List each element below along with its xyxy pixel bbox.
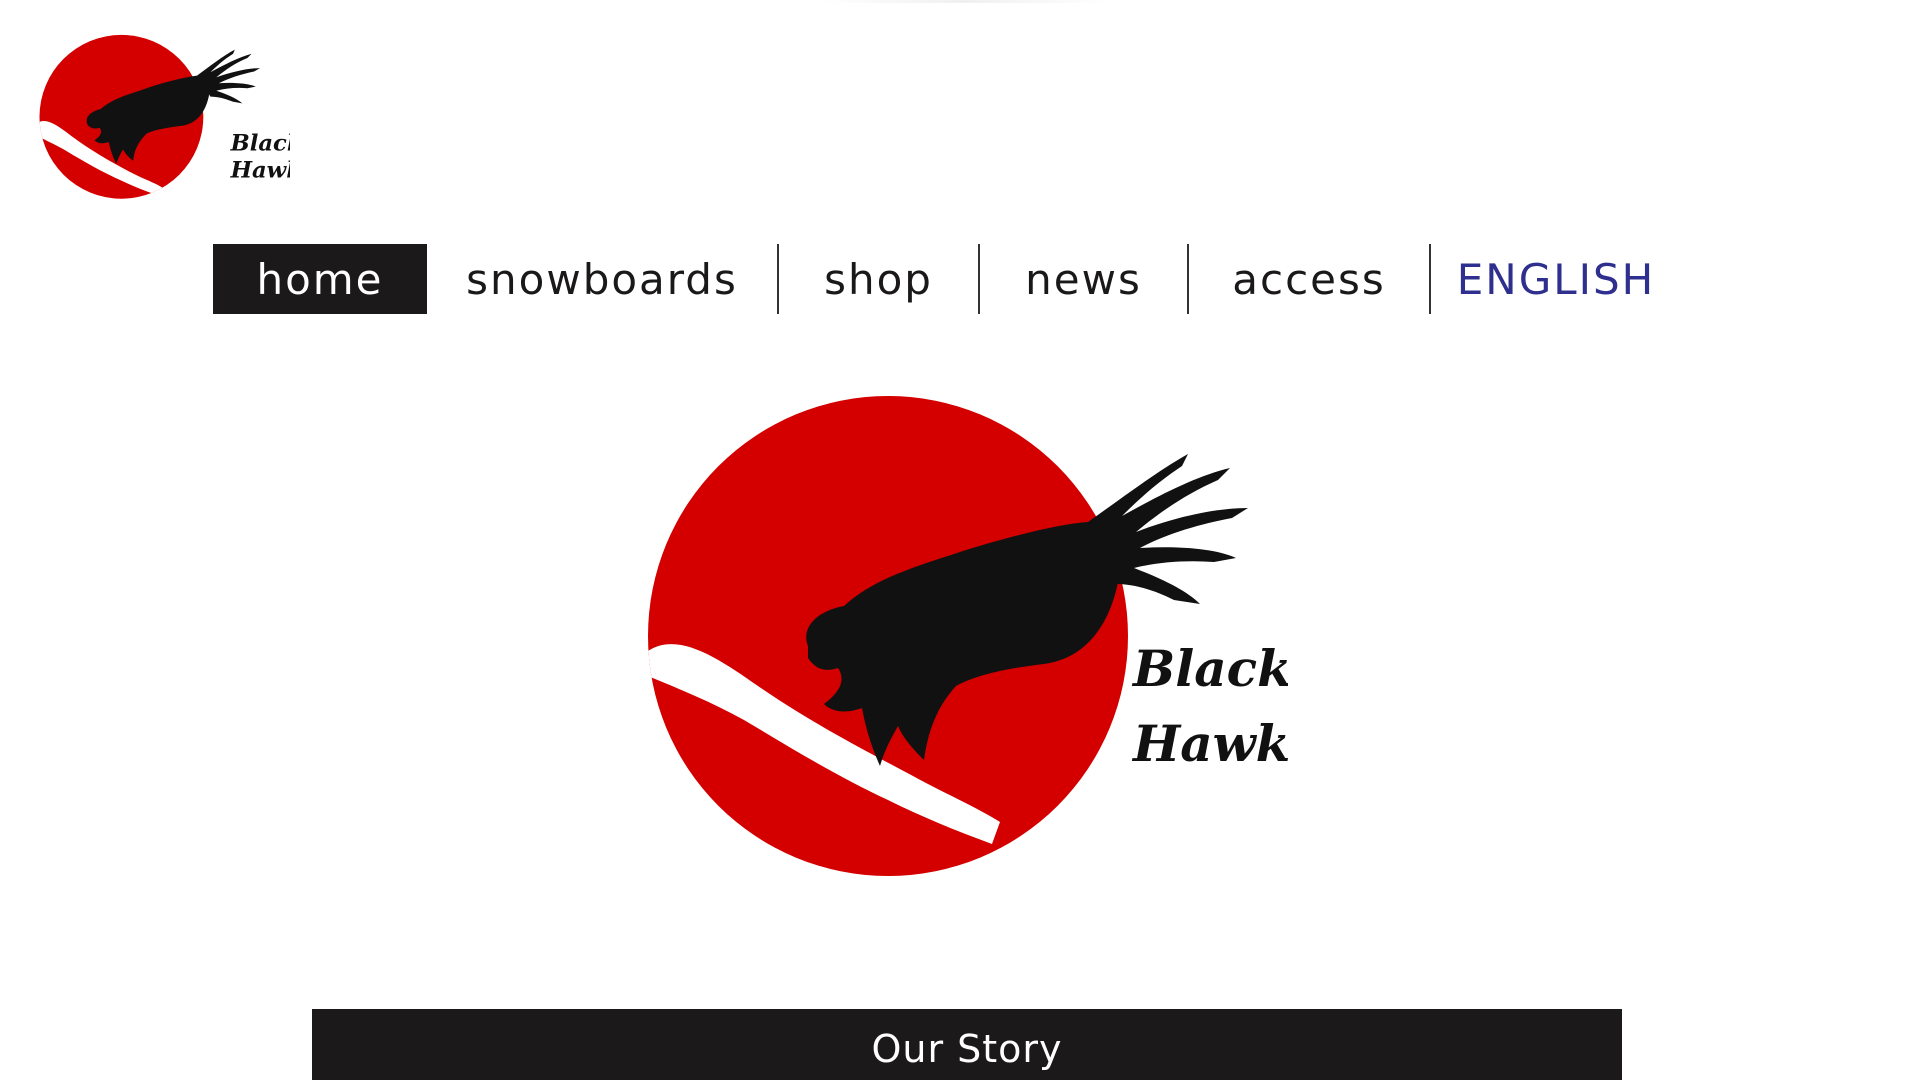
header-logo-link[interactable]: Black Hawk xyxy=(20,16,290,226)
our-story-title: Our Story xyxy=(871,1026,1063,1071)
logo-brand-line1: Black xyxy=(230,130,290,156)
nav-item-news[interactable]: news xyxy=(980,244,1187,314)
logo-brand-line2: Hawk xyxy=(230,157,290,183)
our-story-section-header: Our Story xyxy=(312,1009,1622,1080)
nav-item-snowboards[interactable]: snowboards xyxy=(427,244,777,314)
hero-brand-line2: Hawk xyxy=(1131,714,1288,773)
main-navigation: home snowboards shop news access ENGLISH xyxy=(213,244,1681,314)
nav-item-home[interactable]: home xyxy=(213,244,427,314)
hero-logo: Black Hawk xyxy=(648,396,1288,896)
nav-item-access[interactable]: access xyxy=(1189,244,1429,314)
nav-item-shop[interactable]: shop xyxy=(779,244,978,314)
black-hawk-logo-icon: Black Hawk xyxy=(39,34,290,199)
black-hawk-hero-logo-icon: Black Hawk xyxy=(648,396,1288,876)
top-edge-shadow xyxy=(820,0,1110,3)
nav-item-english[interactable]: ENGLISH xyxy=(1431,244,1681,314)
hero-brand-line1: Black xyxy=(1131,639,1288,698)
